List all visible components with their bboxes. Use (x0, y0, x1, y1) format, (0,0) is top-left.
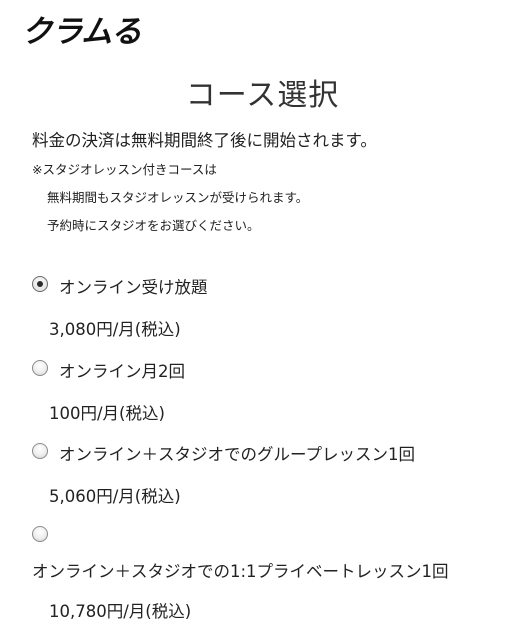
payment-notice: 料金の決済は無料期間終了後に開始されます。 (32, 131, 377, 150)
plan-option-online-unlimited[interactable]: オンライン受け放題 3,080円/月(税込) (32, 274, 512, 344)
radio-button[interactable] (32, 360, 48, 376)
studio-note-line-2: 無料期間もスタジオレッスンが受けられます。 (47, 190, 309, 205)
page-title: コース選択 (185, 78, 340, 113)
radio-button[interactable] (32, 526, 48, 542)
radio-button[interactable] (32, 443, 48, 459)
plan-option-online-private-lesson[interactable]: オンライン＋スタジオでの1:1プライベートレッスン1回 10,780円/月(税込… (32, 524, 512, 624)
studio-note-line-3: 予約時にスタジオをお選びください。 (47, 218, 260, 233)
radio-button-selected[interactable] (32, 276, 48, 292)
brand-logo: クラムる (20, 14, 148, 50)
plan-label: オンライン＋スタジオでのグループレッスン1回 (59, 445, 416, 464)
plan-label: オンライン受け放題 (59, 278, 208, 297)
studio-note-line-1: ※スタジオレッスン付きコースは (32, 162, 217, 177)
plan-label: オンライン＋スタジオでの1:1プライベートレッスン1回 (32, 562, 449, 581)
plan-option-online-twice-monthly[interactable]: オンライン月2回 100円/月(税込) (32, 358, 512, 428)
plan-label: オンライン月2回 (59, 362, 185, 381)
plan-price: 5,060円/月(税込) (49, 487, 181, 506)
plan-price: 10,780円/月(税込) (49, 602, 192, 621)
plan-price: 3,080円/月(税込) (49, 320, 181, 339)
plan-price: 100円/月(税込) (49, 404, 165, 423)
plan-option-online-group-lesson[interactable]: オンライン＋スタジオでのグループレッスン1回 5,060円/月(税込) (32, 441, 512, 511)
